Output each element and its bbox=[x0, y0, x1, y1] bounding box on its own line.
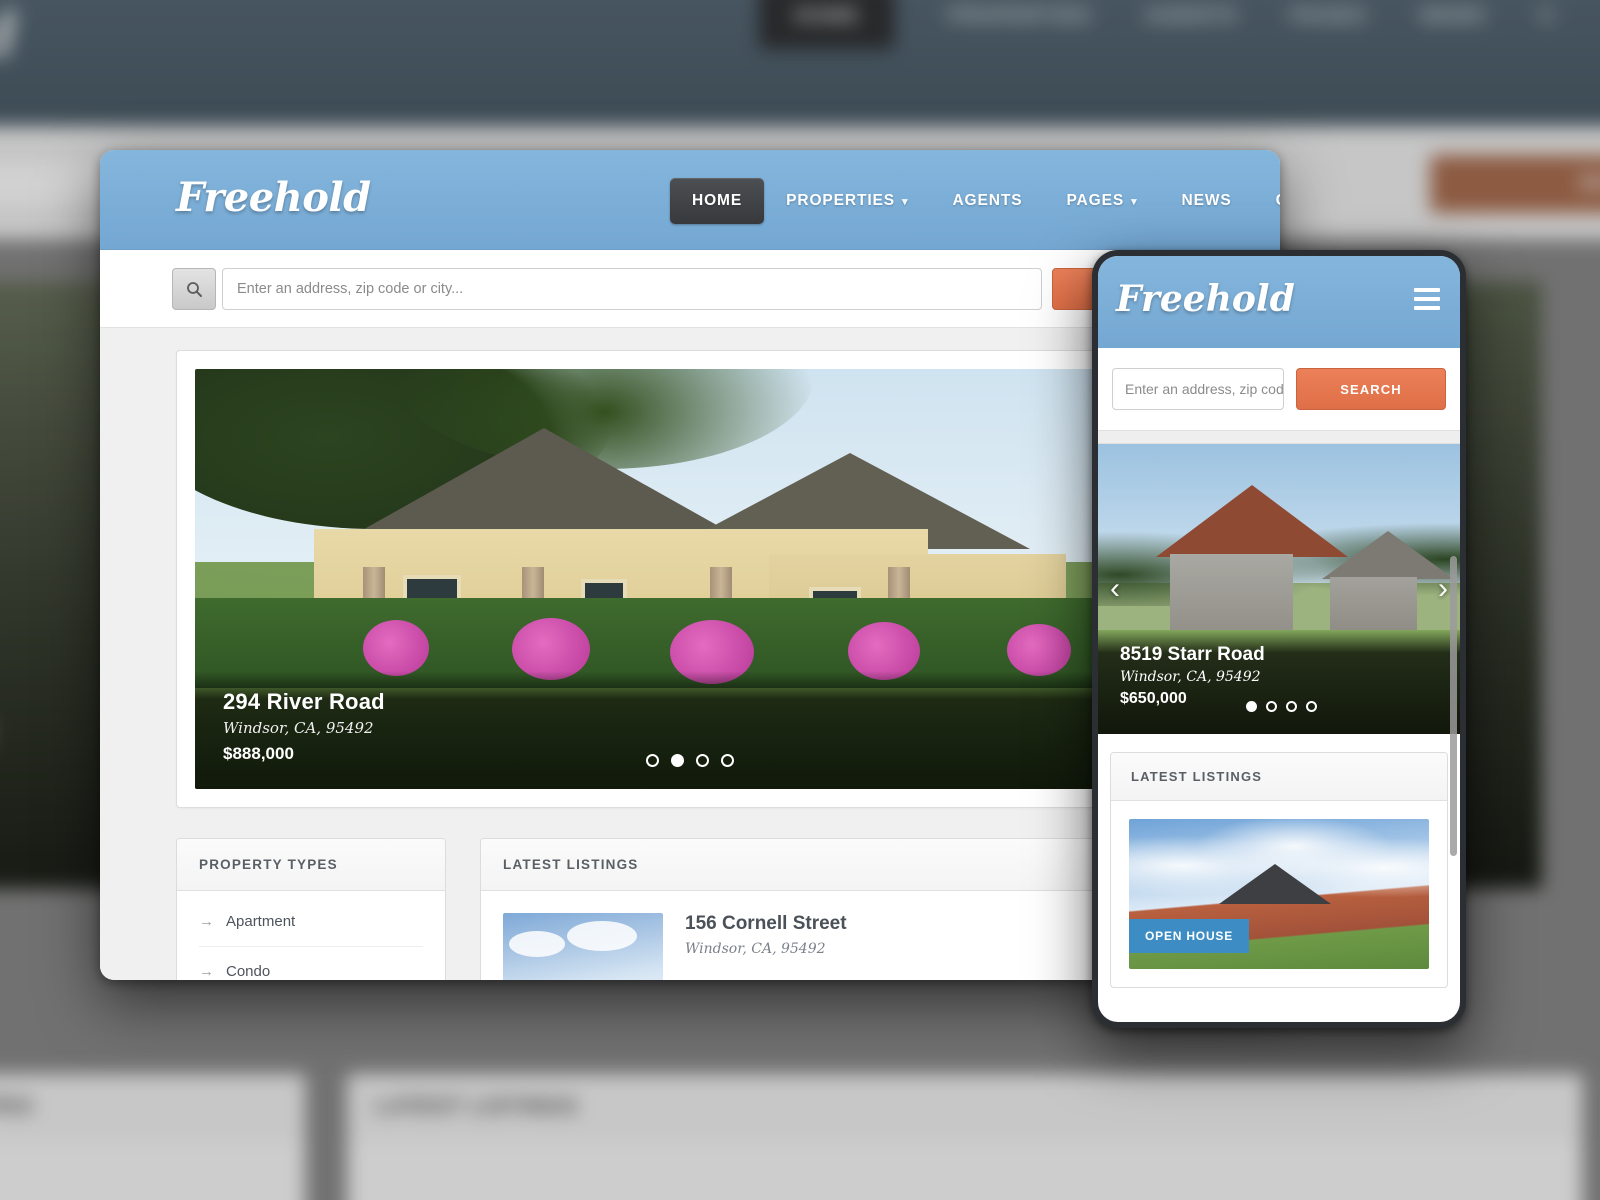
mobile-logo[interactable]: Freehold bbox=[1116, 278, 1295, 320]
chevron-left-icon[interactable]: ‹ bbox=[1110, 572, 1120, 606]
listing-thumbnail bbox=[503, 913, 663, 980]
chevron-down-icon: ▾ bbox=[902, 195, 909, 208]
chevron-right-icon[interactable]: › bbox=[1438, 572, 1448, 606]
nav-item-news[interactable]: NEWS bbox=[1160, 178, 1254, 224]
mobile-screen: Freehold Enter an address, zip code or c… bbox=[1098, 256, 1460, 1022]
mobile-scrollbar[interactable] bbox=[1450, 556, 1457, 856]
desktop-site-header: Freehold HOME PROPERTIES ▾ AGENTS PAGES … bbox=[100, 150, 1280, 250]
search-icon-button[interactable] bbox=[172, 268, 216, 310]
chevron-down-icon: ▾ bbox=[1131, 195, 1138, 208]
listing-text-block: 156 Cornell Street Windsor, CA, 95492 bbox=[685, 913, 847, 980]
property-type-label: Apartment bbox=[226, 913, 296, 930]
background-panel-latest-listings: LATEST LISTINGS bbox=[346, 1073, 1583, 1200]
carousel-dot-1[interactable] bbox=[646, 754, 659, 767]
background-nav-item-news: NEWS bbox=[1419, 4, 1486, 28]
background-panel-title: LATEST LISTINGS bbox=[347, 1074, 1582, 1139]
background-search-button: SEARCH bbox=[1430, 155, 1600, 213]
nav-item-label: PAGES bbox=[1066, 192, 1125, 209]
search-input-placeholder: Enter an address, zip code or city... bbox=[237, 281, 464, 297]
carousel-dots bbox=[646, 754, 734, 767]
hero-carousel-card: 294 River Road Windsor, CA, 95492 $888,0… bbox=[176, 350, 1204, 808]
mobile-listing-item[interactable]: OPEN HOUSE bbox=[1111, 801, 1447, 987]
mobile-site-header: Freehold bbox=[1098, 256, 1460, 348]
mobile-hero-caption: 8519 Starr Road Windsor, CA, 95492 $650,… bbox=[1098, 630, 1460, 734]
mobile-search-placeholder: Enter an address, zip code or c bbox=[1125, 381, 1284, 397]
mobile-latest-listings-title: LATEST LISTINGS bbox=[1111, 753, 1447, 801]
property-types-list: → Apartment → Condo bbox=[177, 891, 445, 980]
background-nav-item-pages: PAGES bbox=[1290, 4, 1367, 28]
hamburger-icon[interactable] bbox=[1414, 288, 1440, 315]
mobile-search-button[interactable]: SEARCH bbox=[1296, 368, 1446, 410]
background-nav-item-home: HOME bbox=[758, 0, 895, 49]
nav-item-label: CONTACT bbox=[1276, 192, 1280, 210]
mobile-hero-carousel: ‹ › 8519 Starr Road Windsor, CA, 95492 $… bbox=[1098, 444, 1460, 734]
mobile-search-input[interactable]: Enter an address, zip code or c bbox=[1112, 368, 1284, 410]
background-nav-item-properties: PROPERTIES bbox=[948, 4, 1092, 28]
listing-location: Windsor, CA, 95492 bbox=[685, 941, 826, 957]
house-roof-main bbox=[1155, 484, 1348, 557]
nav-item-label: NEWS bbox=[1181, 192, 1232, 209]
background-nav: HOME PROPERTIES AGENTS PAGES NEWS C bbox=[758, 0, 1556, 49]
hero-property-title: 294 River Road bbox=[223, 689, 385, 714]
mobile-carousel-dot-1[interactable] bbox=[1246, 701, 1257, 712]
hero-property-image: 294 River Road Windsor, CA, 95492 $888,0… bbox=[195, 369, 1185, 789]
desktop-logo[interactable]: Freehold bbox=[176, 174, 371, 221]
arrow-right-icon: → bbox=[199, 963, 214, 980]
listing-title: 156 Cornell Street bbox=[685, 913, 847, 934]
search-icon bbox=[186, 281, 202, 297]
carousel-dot-4[interactable] bbox=[721, 754, 734, 767]
mobile-hero-location: Windsor, CA, 95492 bbox=[1120, 669, 1261, 685]
background-search-button-label: SEARCH bbox=[1578, 171, 1600, 195]
nav-item-home[interactable]: HOME bbox=[670, 178, 765, 224]
property-type-item-apartment[interactable]: → Apartment bbox=[199, 897, 423, 947]
mobile-latest-listings-panel: LATEST LISTINGS OPEN HOUSE bbox=[1110, 752, 1448, 988]
house-roof-garage bbox=[1322, 531, 1455, 579]
carousel-dot-3[interactable] bbox=[696, 754, 709, 767]
property-type-item-condo[interactable]: → Condo bbox=[199, 947, 423, 980]
nav-item-pages[interactable]: PAGES ▾ bbox=[1044, 178, 1159, 224]
hero-property-location: Windsor, CA, 95492 bbox=[223, 719, 374, 737]
property-types-panel: PROPERTY TYPES → Apartment → Condo bbox=[176, 838, 446, 980]
house-wall-main bbox=[1170, 554, 1294, 636]
desktop-lower-panels: PROPERTY TYPES → Apartment → Condo LATES… bbox=[176, 838, 1204, 980]
cloud bbox=[567, 921, 637, 951]
nav-item-label: PROPERTIES bbox=[786, 192, 896, 209]
nav-item-contact[interactable]: CONTACT bbox=[1254, 178, 1280, 224]
mobile-carousel-dot-2[interactable] bbox=[1266, 701, 1277, 712]
screenshot-stage: hold HOME PROPERTIES AGENTS PAGES NEWS C… bbox=[0, 0, 1600, 1200]
background-nav-item-agents: AGENTS bbox=[1144, 4, 1237, 28]
flowering-shrub bbox=[363, 619, 430, 676]
background-panel-property-types: TY TYPES bbox=[0, 1073, 306, 1200]
mobile-listing-image: OPEN HOUSE bbox=[1129, 819, 1429, 969]
background-panel-title: TY TYPES bbox=[0, 1074, 305, 1139]
mobile-carousel-dots bbox=[1246, 701, 1317, 712]
mobile-section-divider bbox=[1098, 430, 1460, 444]
hero-caption: 294 River Road Windsor, CA, 95492 $888,0… bbox=[195, 671, 1185, 789]
open-house-badge: OPEN HOUSE bbox=[1129, 919, 1250, 953]
nav-item-label: HOME bbox=[692, 192, 743, 209]
flowering-shrub bbox=[1006, 623, 1071, 676]
background-nav-item-contact: C bbox=[1539, 4, 1556, 28]
mobile-carousel-dot-3[interactable] bbox=[1286, 701, 1297, 712]
background-logo: hold bbox=[0, 1, 18, 71]
desktop-main-nav: HOME PROPERTIES ▾ AGENTS PAGES ▾ NEWS CO bbox=[670, 178, 1280, 224]
property-types-title: PROPERTY TYPES bbox=[177, 839, 445, 891]
arrow-right-icon: → bbox=[199, 913, 214, 930]
mobile-mockup-device: Freehold Enter an address, zip code or c… bbox=[1092, 250, 1466, 1028]
nav-item-agents[interactable]: AGENTS bbox=[930, 178, 1044, 224]
mobile-carousel-dot-4[interactable] bbox=[1306, 701, 1317, 712]
property-type-label: Condo bbox=[226, 963, 271, 980]
carousel-dot-2[interactable] bbox=[671, 754, 684, 767]
mobile-search-bar: Enter an address, zip code or c SEARCH bbox=[1098, 348, 1460, 430]
mobile-hero-title: 8519 Starr Road bbox=[1120, 644, 1265, 665]
cloud bbox=[509, 931, 565, 957]
nav-item-label: AGENTS bbox=[952, 192, 1023, 209]
house-roof bbox=[1219, 864, 1331, 904]
search-input[interactable]: Enter an address, zip code or city... bbox=[222, 268, 1042, 310]
nav-item-properties[interactable]: PROPERTIES ▾ bbox=[764, 178, 930, 224]
